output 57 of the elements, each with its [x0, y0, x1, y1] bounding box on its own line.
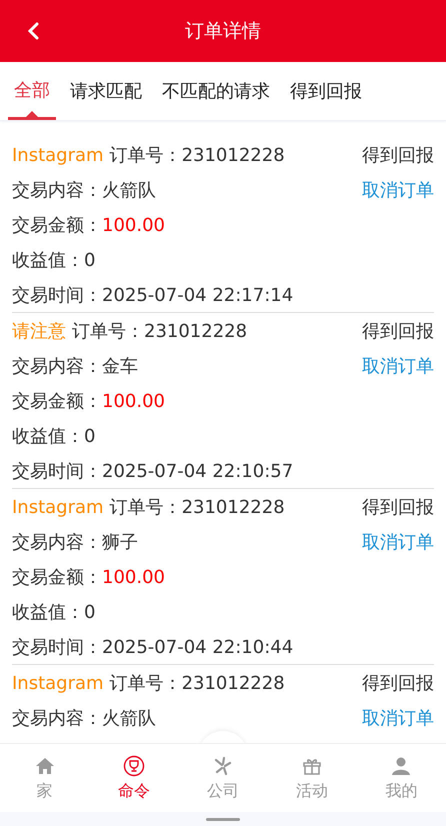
platform-tag: Instagram	[12, 496, 104, 518]
field-label: 收益值：	[12, 600, 84, 624]
pinwheel-icon	[212, 754, 234, 776]
page-title: 订单详情	[185, 19, 261, 44]
nav-tab[interactable]: 我的	[356, 744, 446, 812]
field-label: 收益值：	[12, 248, 84, 272]
field-label: 交易内容：	[12, 178, 102, 202]
nav-tab[interactable]: 家	[0, 744, 90, 812]
field-value: 0	[84, 426, 96, 446]
order-status: 得到回报	[362, 320, 434, 342]
order-status: 得到回报	[362, 144, 434, 166]
field-value: 火箭队	[102, 178, 156, 202]
cancel-order-link[interactable]: 取消订单	[362, 530, 434, 554]
field-label: 交易时间：	[12, 460, 102, 482]
order-number: 订单号：231012228	[110, 672, 285, 694]
order-number: 订单号：231012228	[110, 496, 285, 518]
field-label: 交易金额：	[12, 566, 102, 588]
field-label: 交易内容：	[12, 354, 102, 378]
nav-tab[interactable]: 公司	[178, 744, 268, 812]
field-value: 火箭队	[102, 706, 156, 730]
platform-tag: Instagram	[12, 144, 104, 166]
field-label: 交易时间：	[12, 284, 102, 306]
tab[interactable]: 得到回报	[284, 62, 368, 120]
amount-value: 100.00	[102, 214, 165, 236]
field-value: 2025-07-04 22:10:44	[102, 636, 294, 658]
back-icon[interactable]	[26, 22, 40, 40]
tab[interactable]: 请求匹配	[64, 62, 148, 120]
field-value: 金车	[102, 354, 138, 378]
field-value: 2025-07-04 22:10:57	[102, 460, 294, 482]
field-label: 交易内容：	[12, 706, 102, 730]
field-label: 交易金额：	[12, 214, 102, 236]
field-label: 收益值：	[12, 424, 84, 448]
cancel-order-link[interactable]: 取消订单	[362, 706, 434, 730]
order-status: 得到回报	[362, 496, 434, 518]
field-label: 交易金额：	[12, 390, 102, 412]
cancel-order-link[interactable]: 取消订单	[362, 178, 434, 202]
field-value: 狮子	[102, 530, 138, 554]
nav-tab[interactable]: 活动	[268, 744, 357, 812]
nav-tab[interactable]: 命令	[89, 744, 178, 812]
tab[interactable]: 不匹配的请求	[156, 62, 276, 120]
platform-tag: 请注意	[12, 318, 66, 342]
field-value: 2025-07-04 22:17:14	[102, 284, 294, 306]
field-label: 交易时间：	[12, 636, 102, 658]
field-label: 交易内容：	[12, 530, 102, 554]
order-status: 得到回报	[362, 672, 434, 694]
trophy-icon	[122, 754, 145, 776]
person-icon	[390, 754, 412, 776]
amount-value: 100.00	[102, 566, 165, 588]
field-value: 0	[84, 602, 96, 622]
amount-value: 100.00	[102, 390, 165, 412]
tab[interactable]: 全部	[8, 62, 56, 120]
order-number: 订单号：231012228	[110, 144, 285, 166]
order-number: 订单号：231012228	[72, 320, 248, 342]
cancel-order-link[interactable]: 取消订单	[362, 354, 434, 378]
home-indicator	[206, 818, 240, 820]
field-value: 0	[84, 250, 96, 270]
platform-tag: Instagram	[12, 672, 104, 694]
